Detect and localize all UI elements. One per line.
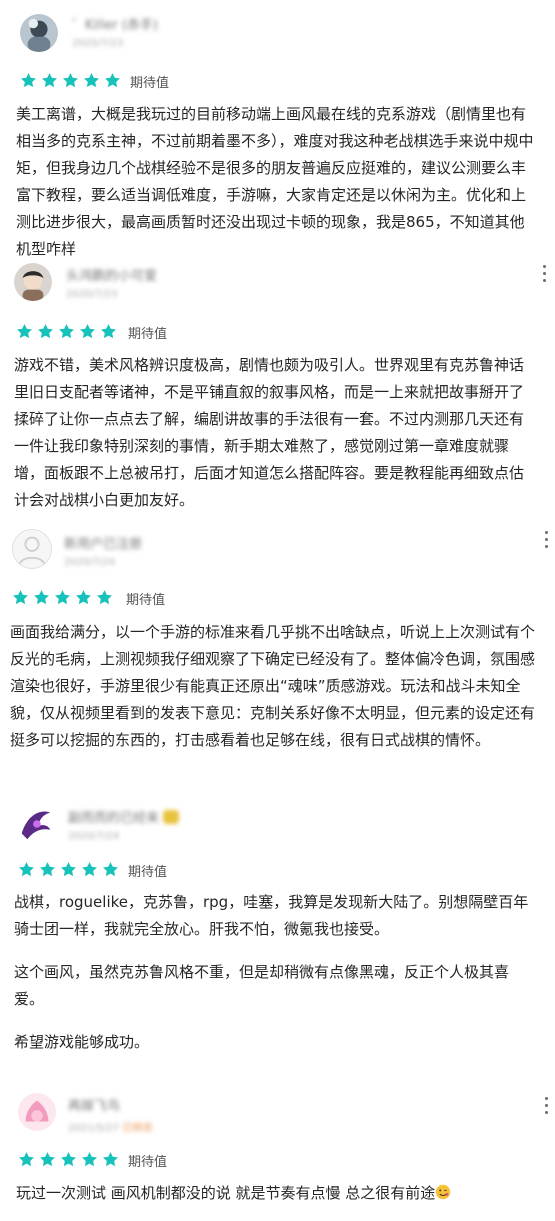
star-icon [37, 323, 54, 340]
review-text: 战棋，roguelike，克苏鲁，rpg，哇塞，我算是发现新大陆了。别想隔壁百年… [14, 889, 538, 1056]
review-paragraph: 这个画风，虽然克苏鲁风格不重，但是却稍微有点像黑魂，反正个人极其喜爱。 [14, 963, 510, 1008]
avatar[interactable] [16, 805, 54, 843]
star-rating [18, 1151, 119, 1168]
star-rating [12, 589, 113, 606]
rating-tag: 期待值 [128, 327, 168, 342]
star-icon [81, 1151, 98, 1168]
star-icon [39, 861, 56, 878]
review-card: 新用户已注册 2020/7/24 期待值 画面我给满分，以一个手游的标准来看几乎… [0, 525, 555, 775]
review-card: ゛Killer (赤手) 2020/7/23 期待值 美工离谱，大概是我玩过的目… [0, 0, 555, 258]
star-icon [100, 323, 117, 340]
username[interactable]: 副而而的已经来 [68, 807, 180, 826]
review-date-text: 2021/5/27 [68, 1123, 120, 1134]
review-paragraph: 希望游戏能够成功。 [14, 1033, 150, 1051]
review-date: 2020/7/23 [66, 289, 118, 300]
star-rating [18, 861, 119, 878]
username-text: 副而而的已经来 [68, 811, 160, 826]
review-date: 2020/7/23 [72, 38, 124, 49]
more-options-icon[interactable] [543, 531, 549, 553]
edited-badge: 已修改 [122, 1123, 153, 1134]
more-options-icon[interactable] [541, 265, 547, 287]
review-card: 再嫁飞鸟 2021/5/27 已修改 期待值 玩过一次测试 画风机制都没的说 就… [0, 1085, 555, 1221]
star-icon [39, 1151, 56, 1168]
star-icon [96, 589, 113, 606]
review-paragraph: 画面我给满分，以一个手游的标准来看几乎挑不出啥缺点，听说上上次测试有个反光的毛病… [10, 623, 536, 749]
review-text: 游戏不错，美术风格辨识度极高，剧情也颇为吸引人。世界观里有克苏鲁神话里旧日支配者… [14, 352, 538, 514]
star-icon [102, 861, 119, 878]
star-icon [104, 72, 121, 89]
star-icon [33, 589, 50, 606]
star-icon [75, 589, 92, 606]
review-text: 画面我给满分，以一个手游的标准来看几乎挑不出啥缺点，听说上上次测试有个反光的毛病… [10, 619, 542, 754]
star-icon [58, 323, 75, 340]
star-icon [81, 861, 98, 878]
star-icon [41, 72, 58, 89]
review-paragraph: 战棋，roguelike，克苏鲁，rpg，哇塞，我算是发现新大陆了。别想隔壁百年… [14, 893, 529, 938]
review-text: 玩过一次测试 画风机制都没的说 就是节奏有点慢 总之很有前途 [16, 1180, 540, 1207]
star-icon [83, 72, 100, 89]
username[interactable]: 新用户已注册 [64, 533, 142, 552]
review-date: 2020/7/24 [68, 831, 120, 842]
star-icon [12, 589, 29, 606]
avatar[interactable] [12, 529, 52, 569]
star-icon [20, 72, 37, 89]
rating-tag: 期待值 [130, 76, 170, 91]
username[interactable]: 再嫁飞鸟 [68, 1095, 120, 1114]
star-icon [60, 861, 77, 878]
more-options-icon[interactable] [543, 1097, 549, 1119]
review-paragraph: 游戏不错，美术风格辨识度极高，剧情也颇为吸引人。世界观里有克苏鲁神话里旧日支配者… [14, 356, 525, 509]
star-icon [102, 1151, 119, 1168]
rating-tag: 期待值 [126, 593, 166, 608]
review-card: 头鸿鹏的小可爱 2020/7/23 期待值 游戏不错，美术风格辨识度极高，剧情也… [0, 255, 555, 509]
username[interactable]: ゛Killer (赤手) [72, 14, 158, 33]
review-text: 美工离谱，大概是我玩过的目前移动端上画风最在线的克系游戏（剧情里也有相当多的克系… [16, 101, 537, 263]
star-icon [16, 323, 33, 340]
star-icon [60, 1151, 77, 1168]
star-icon [79, 323, 96, 340]
star-rating [20, 72, 121, 89]
avatar[interactable] [18, 1093, 56, 1131]
star-icon [18, 1151, 35, 1168]
star-rating [16, 323, 117, 340]
review-paragraph-row: 玩过一次测试 画风机制都没的说 就是节奏有点慢 总之很有前途 [16, 1180, 540, 1207]
review-card: 副而而的已经来 2020/7/24 期待值 战棋，roguelike，克苏鲁，r… [0, 795, 555, 1075]
star-icon [18, 861, 35, 878]
rating-tag: 期待值 [128, 865, 168, 880]
review-date: 2020/7/24 [64, 557, 116, 568]
avatar[interactable] [20, 14, 58, 52]
star-icon [62, 72, 79, 89]
avatar[interactable] [14, 263, 52, 301]
review-paragraph: 玩过一次测试 画风机制都没的说 就是节奏有点慢 总之很有前途 [16, 1184, 436, 1202]
hand-emoji-icon [163, 810, 180, 824]
star-icon [54, 589, 71, 606]
rating-tag: 期待值 [128, 1155, 168, 1170]
username[interactable]: 头鸿鹏的小可爱 [66, 265, 157, 284]
winking-face-emoji-icon [435, 1182, 451, 1200]
review-paragraph: 美工离谱，大概是我玩过的目前移动端上画风最在线的克系游戏（剧情里也有相当多的克系… [16, 105, 534, 258]
review-date: 2021/5/27 已修改 [68, 1119, 152, 1134]
